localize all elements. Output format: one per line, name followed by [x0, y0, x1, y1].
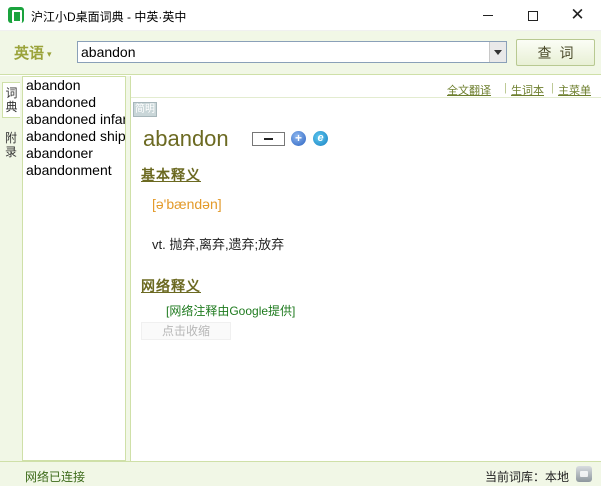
google-note: [网络注释由Google提供] — [166, 304, 296, 318]
lookup-button[interactable]: 查词 — [516, 39, 595, 66]
definition-panel: 全文翻译 | 生词本 | 主菜单 简明 abandon + e 基本释义 [ə'… — [130, 76, 601, 461]
search-toolbar: 英语▾ 查词 — [0, 31, 601, 75]
dictionary-badge: 简明 — [133, 102, 157, 117]
content-link-bar: 全文翻译 | 生词本 | 主菜单 — [131, 76, 601, 98]
list-item[interactable]: abandonment — [23, 162, 125, 179]
search-input[interactable] — [77, 41, 507, 63]
minimize-icon — [482, 15, 493, 16]
list-item[interactable]: abandoned — [23, 94, 125, 111]
window-title: 沪江小D桌面词典 - 中英·英中 — [31, 10, 187, 24]
list-item[interactable]: abandon — [23, 77, 125, 94]
language-label: 英语 — [14, 45, 45, 62]
add-to-vocab-icon[interactable]: + — [291, 131, 306, 146]
tab-appendix[interactable]: 附录 — [2, 128, 20, 162]
side-tabs: 词典 附录 — [0, 76, 22, 461]
main-menu-link[interactable]: 主菜单 — [558, 82, 591, 98]
close-icon: ✕ — [570, 5, 585, 25]
web-definition-title: 网络释义 — [141, 278, 201, 294]
dropdown-arrow-icon — [494, 49, 502, 55]
close-button[interactable]: ✕ — [555, 0, 600, 31]
phonetic: [ə'bændən] — [152, 196, 222, 212]
list-item[interactable]: abandoner — [23, 145, 125, 162]
tab-dictionary[interactable]: 词典 — [2, 82, 20, 118]
current-library-status: 当前词库：本地 — [485, 470, 570, 484]
word-list: abandon abandoned abandoned infant aband… — [22, 76, 126, 461]
link-separator: | — [551, 82, 554, 94]
maximize-button[interactable] — [510, 0, 555, 31]
title-bar: 沪江小D桌面词典 - 中英·英中 ✕ — [0, 0, 601, 31]
pronounce-button[interactable] — [252, 132, 285, 146]
collapse-link[interactable]: 点击收缩 — [141, 322, 231, 340]
definition-text: vt. 抛弃,离弃,遗弃;放弃 — [152, 237, 285, 252]
app-logo-icon — [8, 7, 24, 23]
list-item[interactable]: abandoned infant — [23, 111, 125, 128]
list-item[interactable]: abandoned ship — [23, 128, 125, 145]
basic-definition-title: 基本释义 — [141, 167, 201, 183]
search-history-dropdown-button[interactable] — [489, 42, 506, 62]
web-search-icon[interactable]: e — [313, 131, 328, 146]
main-area: 词典 附录 abandon abandoned abandoned infant… — [0, 76, 601, 461]
link-separator: | — [504, 82, 507, 94]
connection-status: 网络已连接 — [25, 470, 86, 484]
status-bar: 网络已连接 当前词库：本地 — [0, 461, 601, 486]
language-dropdown[interactable]: 英语 ▾ — [14, 42, 52, 63]
vocab-book-link[interactable]: 生词本 — [511, 82, 544, 98]
chevron-down-icon: ▾ — [47, 48, 52, 59]
library-icon[interactable] — [576, 466, 592, 482]
headword: abandon — [143, 126, 229, 151]
minimize-button[interactable] — [465, 0, 510, 31]
fulltext-translate-link[interactable]: 全文翻译 — [447, 82, 491, 98]
maximize-icon — [527, 10, 538, 21]
